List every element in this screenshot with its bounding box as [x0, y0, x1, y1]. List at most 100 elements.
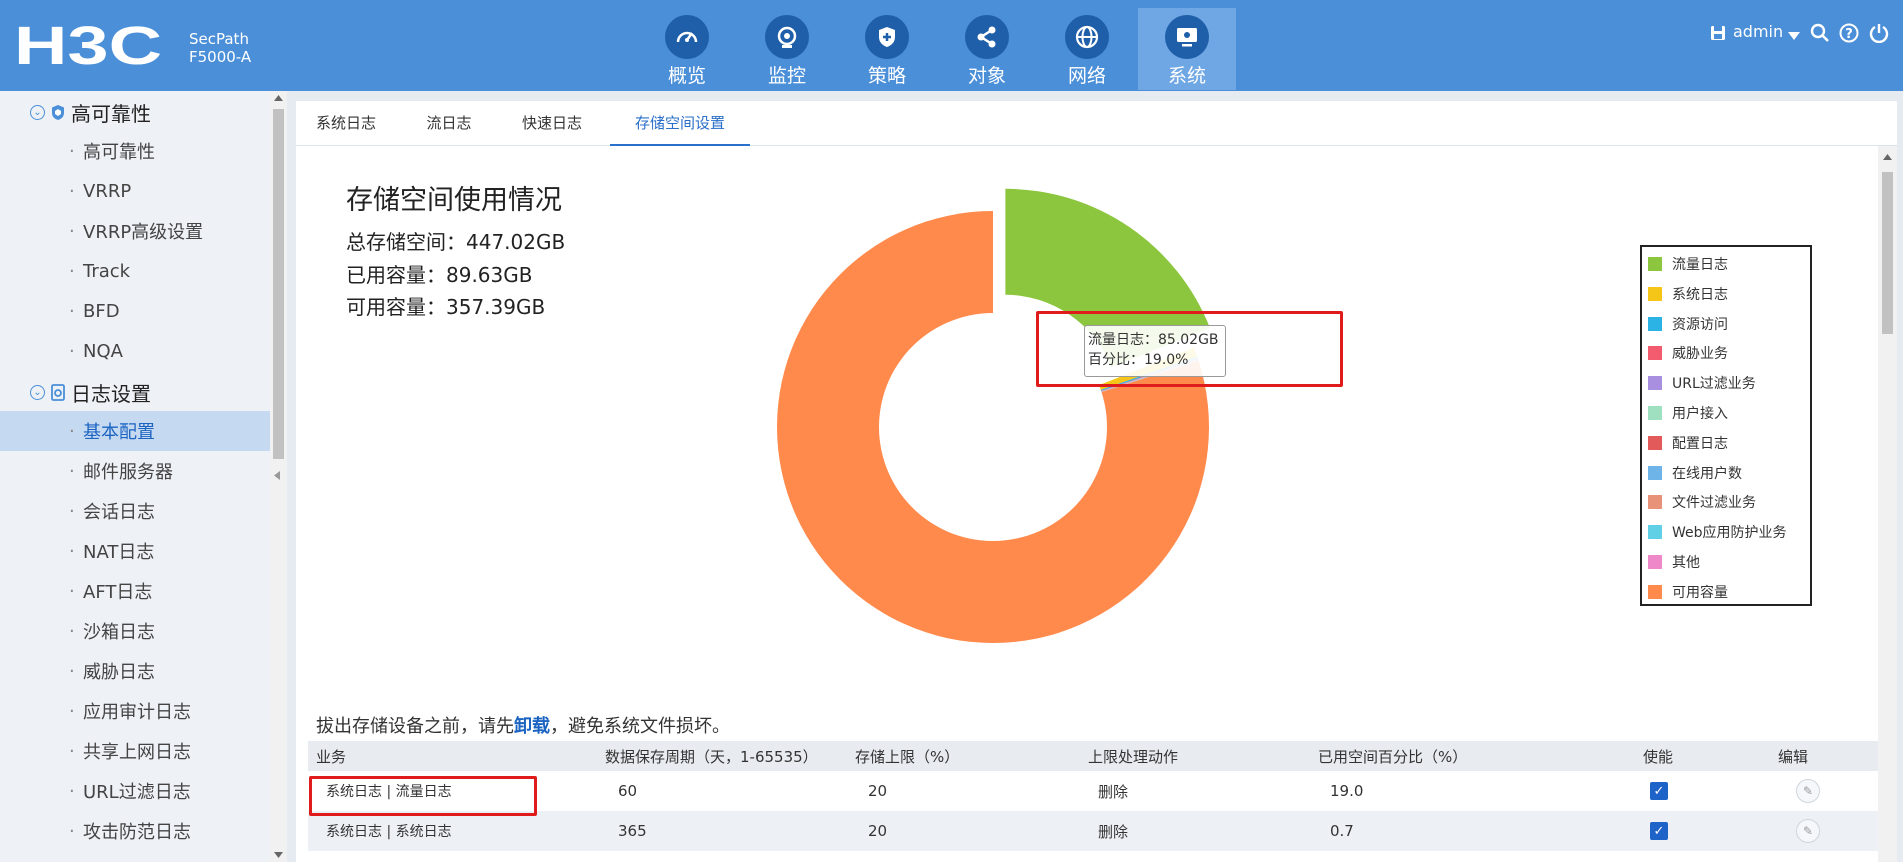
nav-label: 网络 [1067, 65, 1106, 87]
legend-label: 用户接入 [1672, 406, 1728, 422]
nav-object[interactable]: 对象 [938, 8, 1036, 90]
cell-action: 删除 [1098, 782, 1129, 801]
sidebar-item-ha[interactable]: 高可靠性 [0, 131, 270, 171]
nav-network[interactable]: 网络 [1038, 8, 1136, 90]
pencil-icon: ✎ [1796, 779, 1820, 803]
storage-used: 已用容量：89.63GB [346, 263, 533, 287]
scroll-down-icon[interactable] [274, 852, 283, 858]
sidebar-item-aft-log[interactable]: AFT日志 [0, 571, 270, 611]
svg-text:?: ? [1845, 27, 1853, 42]
sidebar-item-session-log[interactable]: 会话日志 [0, 491, 270, 531]
collapse-icon[interactable]: ⌄ [30, 104, 45, 120]
legend-item[interactable]: 用户接入 [1648, 402, 1728, 424]
legend-label: 配置日志 [1672, 435, 1728, 452]
user-menu[interactable]: admin [1733, 22, 1783, 41]
legend-item[interactable]: Web应用防护业务 [1648, 521, 1787, 543]
cell-period: 365 [618, 822, 647, 840]
sidebar-item-app-audit-log[interactable]: 应用审计日志 [0, 691, 270, 731]
cell-used-pct: 19.0 [1330, 782, 1364, 800]
content-scroll-thumb[interactable] [1882, 172, 1893, 334]
legend-swatch [1648, 584, 1662, 599]
legend-label: Web应用防护业务 [1672, 525, 1787, 542]
nav-label: 策略 [867, 65, 906, 87]
nav-monitor[interactable]: 监控 [738, 8, 836, 90]
col-edit: 编辑 [1778, 747, 1809, 766]
chevron-down-icon[interactable] [1788, 26, 1800, 45]
search-icon[interactable] [1810, 23, 1830, 43]
storage-title: 存储空间使用情况 [346, 185, 562, 216]
nav-policy[interactable]: 策略 [838, 8, 936, 90]
sidebar: ⌄ 高可靠性 高可靠性 VRRP VRRP高级设置 Track BFD NQA … [0, 91, 270, 862]
sidebar-group-log[interactable]: ⌄ 日志设置 [30, 379, 151, 406]
legend-label: 其他 [1672, 555, 1700, 571]
nav-overview[interactable]: 概览 [638, 8, 736, 90]
sidebar-item-url-filter-log[interactable]: URL过滤日志 [0, 771, 270, 811]
tab-storage-settings[interactable]: 存储空间设置 [610, 101, 750, 146]
tab-fast-log[interactable]: 快速日志 [504, 101, 600, 146]
legend-item[interactable]: 可用容量 [1648, 581, 1728, 603]
storage-donut-chart [777, 188, 1211, 643]
edit-button[interactable]: ✎ [1796, 811, 1820, 851]
sidebar-scroll-thumb[interactable] [273, 109, 284, 459]
enable-checkbox[interactable]: ✓ [1650, 771, 1668, 811]
sidebar-item-attack-defense-log[interactable]: 攻击防范日志 [0, 811, 270, 851]
sidebar-item-shared-access-log[interactable]: 共享上网日志 [0, 731, 270, 771]
sidebar-item-nat-log[interactable]: NAT日志 [0, 531, 270, 571]
legend-item[interactable]: 配置日志 [1648, 432, 1728, 454]
nav-system[interactable]: 系统 [1138, 8, 1236, 90]
sidebar-item-vrrp[interactable]: VRRP [0, 171, 270, 211]
sidebar-group-ha[interactable]: ⌄ 高可靠性 [30, 99, 151, 126]
collapse-icon[interactable]: ⌄ [30, 384, 45, 400]
legend-swatch [1648, 495, 1662, 510]
sidebar-item-nqa[interactable]: NQA [0, 331, 270, 371]
legend-item[interactable]: 系统日志 [1648, 283, 1728, 305]
legend-item[interactable]: URL过滤业务 [1648, 372, 1756, 394]
enable-checkbox[interactable]: ✓ [1650, 811, 1668, 851]
top-header: H3C SecPath F5000-A 概览 监控 策略 对象 网络 系统 ad… [0, 0, 1903, 91]
collapse-sidebar-icon[interactable] [274, 471, 280, 480]
content-scrollbar[interactable] [1878, 146, 1897, 862]
unmount-link[interactable]: 卸载 [514, 716, 550, 737]
sidebar-group-label: 日志设置 [71, 381, 151, 406]
col-enable: 使能 [1643, 747, 1674, 766]
sidebar-item-vrrp-advanced[interactable]: VRRP高级设置 [0, 211, 270, 251]
tab-flow-log[interactable]: 流日志 [404, 101, 494, 146]
legend-swatch [1648, 346, 1662, 361]
legend-swatch [1648, 286, 1662, 301]
sidebar-item-mail-server[interactable]: 邮件服务器 [0, 451, 270, 491]
sidebar-item-track[interactable]: Track [0, 251, 270, 291]
header-tools: admin ? [1673, 22, 1903, 46]
cell-used-pct: 0.7 [1330, 822, 1354, 840]
logout-icon[interactable] [1869, 23, 1889, 43]
legend-label: 在线用户数 [1672, 465, 1742, 482]
edit-button[interactable]: ✎ [1796, 771, 1820, 811]
sidebar-item-sandbox-log[interactable]: 沙箱日志 [0, 611, 270, 651]
h3c-logo: H3C [14, 16, 162, 72]
help-icon[interactable]: ? [1839, 23, 1859, 43]
storage-total: 总存储空间：447.02GB [346, 230, 566, 254]
sidebar-item-threat-log[interactable]: 威胁日志 [0, 651, 270, 691]
chart-legend: 流量日志系统日志资源访问威胁业务 URL过滤业务用户接入配置日志在线用户数文件过滤… [1640, 245, 1812, 606]
sidebar-item-basic-config[interactable]: 基本配置 [0, 411, 270, 451]
sidebar-item-bfd[interactable]: BFD [0, 291, 270, 331]
legend-item[interactable]: 资源访问 [1648, 313, 1728, 335]
legend-item[interactable]: 其他 [1648, 551, 1700, 573]
scroll-up-icon[interactable] [274, 95, 283, 101]
table-row: 系统日志 | 流量日志 60 20 删除 19.0 ✓ ✎ [308, 771, 1882, 811]
sidebar-scrollbar[interactable] [270, 91, 287, 862]
cell-limit: 20 [868, 822, 888, 840]
warning-text-before: 拔出存储设备之前，请先 [316, 716, 514, 737]
legend-item[interactable]: 流量日志 [1648, 253, 1728, 275]
legend-item[interactable]: 文件过滤业务 [1648, 491, 1756, 513]
legend-item[interactable]: 在线用户数 [1648, 462, 1742, 484]
save-icon[interactable] [1710, 25, 1726, 41]
pencil-icon: ✎ [1796, 819, 1820, 843]
legend-label: 资源访问 [1672, 316, 1728, 333]
sidebar-group-label: 高可靠性 [71, 101, 151, 126]
tab-system-log[interactable]: 系统日志 [300, 101, 392, 146]
scroll-up-icon[interactable] [1883, 154, 1892, 160]
legend-item[interactable]: 威胁业务 [1648, 342, 1728, 364]
nav-label: 对象 [967, 65, 1006, 87]
cell-limit: 20 [868, 782, 888, 800]
legend-swatch [1648, 435, 1662, 450]
